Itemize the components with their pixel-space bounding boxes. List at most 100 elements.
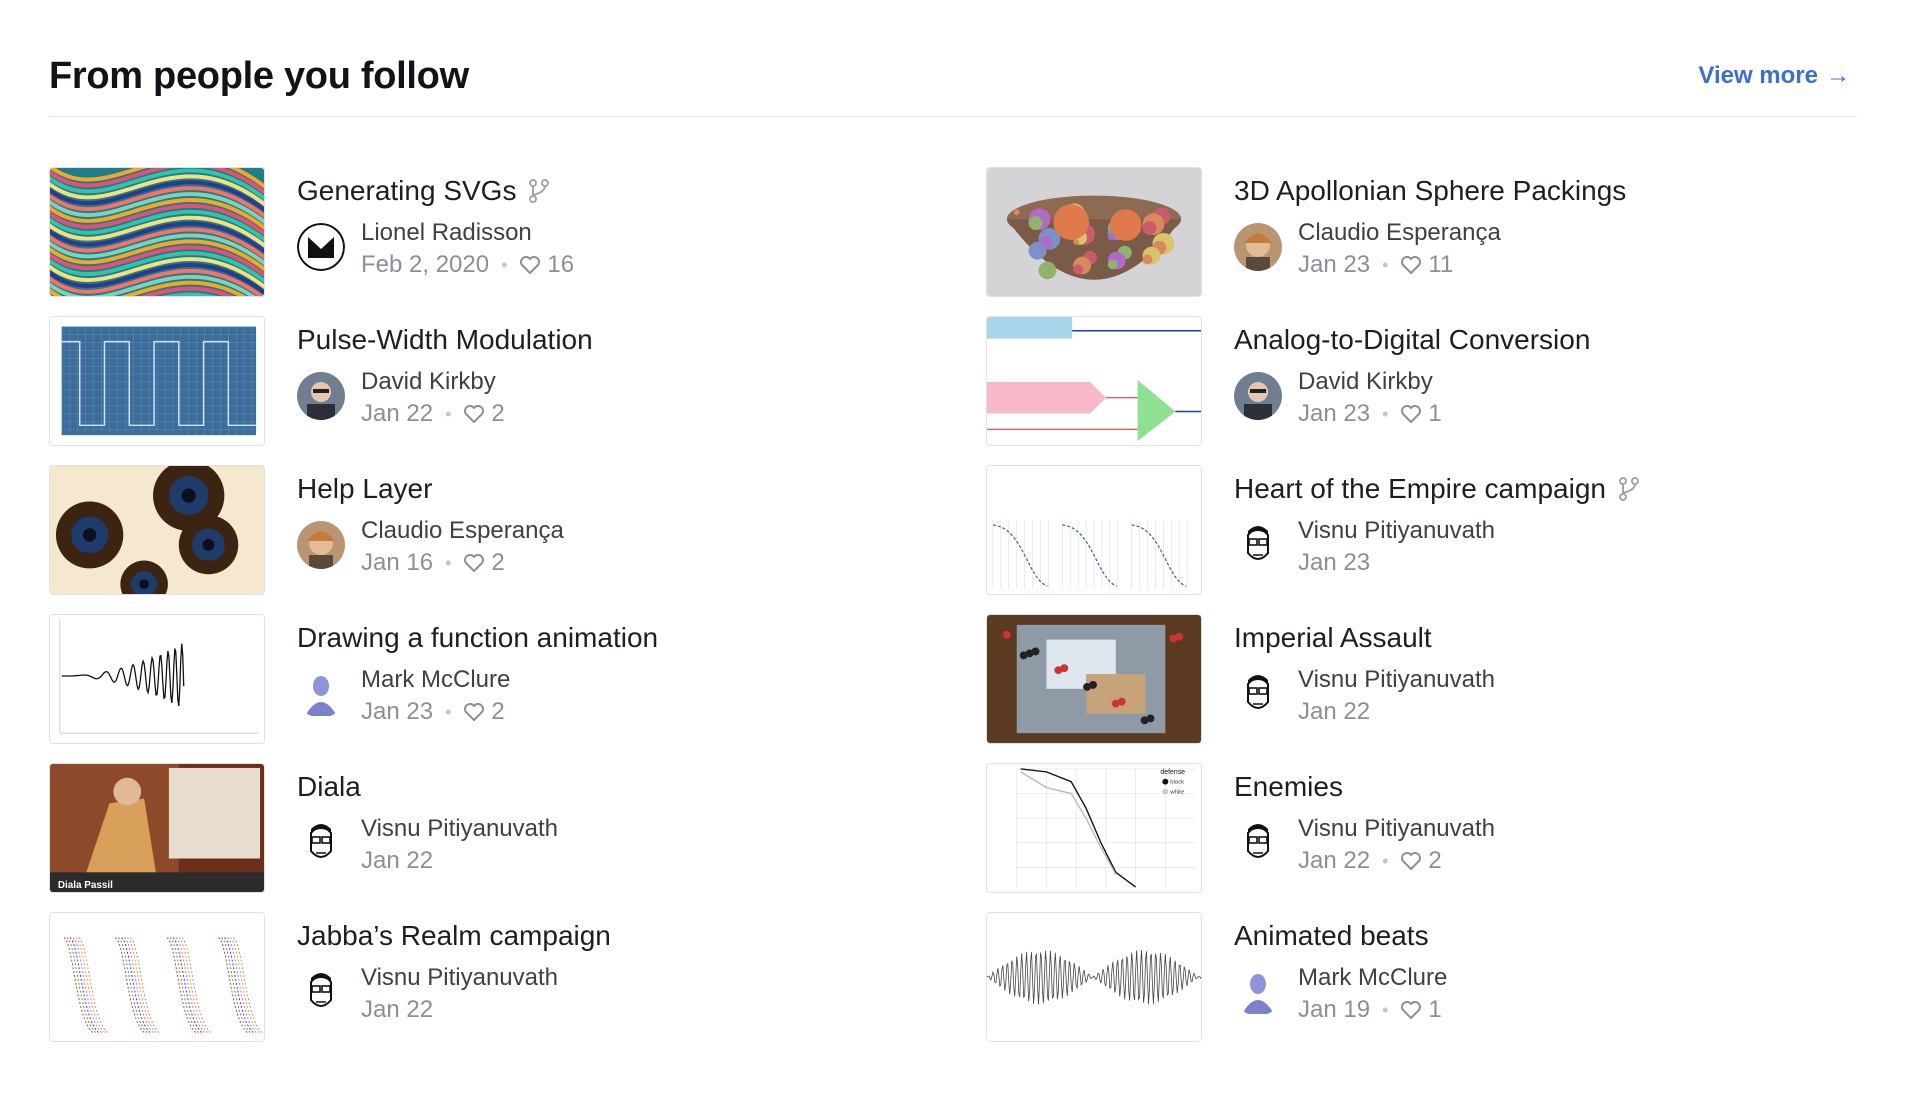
notebook-card[interactable]: 3D Apollonian Sphere Packings Claudio Es…	[986, 167, 1846, 299]
notebook-title-link[interactable]: Jabba’s Realm campaign	[297, 920, 897, 952]
notebook-card[interactable]: Pulse-Width Modulation David Kirkby Jan …	[49, 316, 909, 448]
notebook-thumbnail[interactable]	[49, 465, 265, 595]
author-avatar[interactable]	[297, 819, 345, 867]
notebook-thumbnail[interactable]	[49, 614, 265, 744]
heart-icon[interactable]	[463, 553, 485, 573]
svg-text:defense: defense	[1160, 769, 1185, 776]
notebook-title: Generating SVGs	[297, 175, 517, 206]
like-count: 16	[547, 251, 575, 278]
author-avatar[interactable]	[1234, 819, 1282, 867]
author-name[interactable]: Visnu Pitiyanuvath	[1298, 815, 1495, 843]
notebook-title-link[interactable]: Analog-to-Digital Conversion	[1234, 324, 1834, 356]
like-count: 2	[491, 549, 505, 576]
like-count: 1	[1428, 400, 1442, 427]
publish-date: Feb 2, 2020	[361, 251, 490, 278]
author-avatar[interactable]	[297, 968, 345, 1016]
like-count: 1	[1428, 996, 1442, 1023]
notebook-thumbnail[interactable]	[986, 316, 1202, 446]
notebook-card[interactable]: Animated beats Mark McClure Jan 19 • 1	[986, 912, 1846, 1044]
author-name[interactable]: Lionel Radisson	[361, 219, 532, 247]
notebook-title: 3D Apollonian Sphere Packings	[1234, 175, 1627, 206]
heart-icon[interactable]	[1400, 255, 1422, 275]
notebook-card[interactable]: Analog-to-Digital Conversion David Kirkb…	[986, 316, 1846, 448]
notebook-title-link[interactable]: Animated beats	[1234, 920, 1834, 952]
like-count: 11	[1428, 251, 1454, 278]
author-avatar[interactable]	[1234, 372, 1282, 420]
publish-date: Jan 23	[1298, 549, 1371, 576]
author-name[interactable]: Visnu Pitiyanuvath	[1298, 666, 1495, 694]
notebook-title-link[interactable]: Enemies	[1234, 771, 1834, 803]
heart-icon[interactable]	[1400, 851, 1422, 871]
notebook-thumbnail[interactable]: defense black white	[986, 763, 1202, 893]
author-name[interactable]: Visnu Pitiyanuvath	[361, 815, 558, 843]
notebook-title-link[interactable]: Drawing a function animation	[297, 622, 897, 654]
author-name[interactable]: Claudio Esperança	[361, 517, 564, 545]
publish-date: Jan 22	[1298, 847, 1371, 874]
author-name[interactable]: Mark McClure	[361, 666, 510, 694]
notebook-thumbnail[interactable]	[49, 167, 265, 297]
notebook-title-link[interactable]: Diala	[297, 771, 897, 803]
author-avatar[interactable]	[1234, 521, 1282, 569]
view-more-label: View more	[1698, 62, 1818, 89]
notebook-title-link[interactable]: 3D Apollonian Sphere Packings	[1234, 175, 1834, 207]
author-name[interactable]: Visnu Pitiyanuvath	[361, 964, 558, 992]
notebook-card[interactable]: Imperial Assault Visnu Pitiyanuvath Jan …	[986, 614, 1846, 746]
notebook-thumbnail[interactable]	[49, 316, 265, 446]
notebook-thumbnail[interactable]	[986, 614, 1202, 744]
author-avatar[interactable]	[297, 372, 345, 420]
arrow-right-icon: →	[1826, 62, 1850, 89]
author-name[interactable]: Mark McClure	[1298, 964, 1447, 992]
publish-date: Jan 22	[361, 996, 434, 1023]
publish-date: Jan 22	[361, 847, 434, 874]
notebook-title: Help Layer	[297, 473, 433, 504]
author-avatar[interactable]	[297, 223, 345, 271]
notebook-title-link[interactable]: Help Layer	[297, 473, 897, 505]
author-avatar[interactable]	[1234, 670, 1282, 718]
notebook-thumbnail[interactable]: Diala Passil	[49, 763, 265, 893]
heart-icon[interactable]	[463, 404, 485, 424]
publish-date: Jan 22	[1298, 698, 1371, 725]
notebook-thumbnail[interactable]	[986, 465, 1202, 595]
notebook-card[interactable]: Diala Passil Diala Visnu Pitiyanuvath Ja…	[49, 763, 909, 895]
author-avatar[interactable]	[1234, 968, 1282, 1016]
author-name[interactable]: David Kirkby	[361, 368, 496, 396]
separator-dot: •	[501, 254, 508, 275]
publish-date: Jan 16	[361, 549, 434, 576]
notebook-card[interactable]: defense black white Enemies Visnu Pitiyanu…	[986, 763, 1846, 895]
heart-icon[interactable]	[1400, 1000, 1422, 1020]
author-name[interactable]: David Kirkby	[1298, 368, 1433, 396]
notebook-thumbnail[interactable]	[986, 912, 1202, 1042]
notebook-thumbnail[interactable]	[49, 912, 265, 1042]
like-count: 2	[491, 400, 505, 427]
notebook-card[interactable]: Heart of the Empire campaign Visnu Pitiy…	[986, 465, 1846, 597]
view-more-link[interactable]: View more →	[1698, 62, 1850, 90]
notebook-title-link[interactable]: Pulse-Width Modulation	[297, 324, 897, 356]
heart-icon[interactable]	[463, 702, 485, 722]
notebook-title: Drawing a function animation	[297, 622, 659, 653]
fork-icon	[529, 179, 550, 203]
heart-icon[interactable]	[1400, 404, 1422, 424]
notebook-card[interactable]: Help Layer Claudio Esperança Jan 16 • 2	[49, 465, 909, 597]
publish-date: Jan 23	[1298, 400, 1371, 427]
heart-icon[interactable]	[519, 255, 541, 275]
separator-dot: •	[1382, 403, 1389, 424]
notebook-title-link[interactable]: Imperial Assault	[1234, 622, 1834, 654]
author-avatar[interactable]	[297, 670, 345, 718]
separator-dot: •	[445, 403, 452, 424]
notebook-card[interactable]: Generating SVGs Lionel Radisson Feb 2, 2…	[49, 167, 909, 299]
notebook-title: Imperial Assault	[1234, 622, 1432, 653]
publish-date: Jan 23	[361, 698, 434, 725]
notebook-title: Jabba’s Realm campaign	[297, 920, 611, 951]
author-avatar[interactable]	[1234, 223, 1282, 271]
notebook-title: Pulse-Width Modulation	[297, 324, 593, 355]
notebook-title-link[interactable]: Heart of the Empire campaign	[1234, 473, 1834, 505]
notebook-card[interactable]: Drawing a function animation Mark McClur…	[49, 614, 909, 746]
notebook-title-link[interactable]: Generating SVGs	[297, 175, 897, 207]
svg-text:Diala Passil: Diala Passil	[58, 880, 113, 891]
author-name[interactable]: Visnu Pitiyanuvath	[1298, 517, 1495, 545]
svg-text:black: black	[1170, 780, 1184, 786]
notebook-card[interactable]: Jabba’s Realm campaign Visnu Pitiyanuvat…	[49, 912, 909, 1044]
notebook-thumbnail[interactable]	[986, 167, 1202, 297]
author-name[interactable]: Claudio Esperança	[1298, 219, 1501, 247]
author-avatar[interactable]	[297, 521, 345, 569]
